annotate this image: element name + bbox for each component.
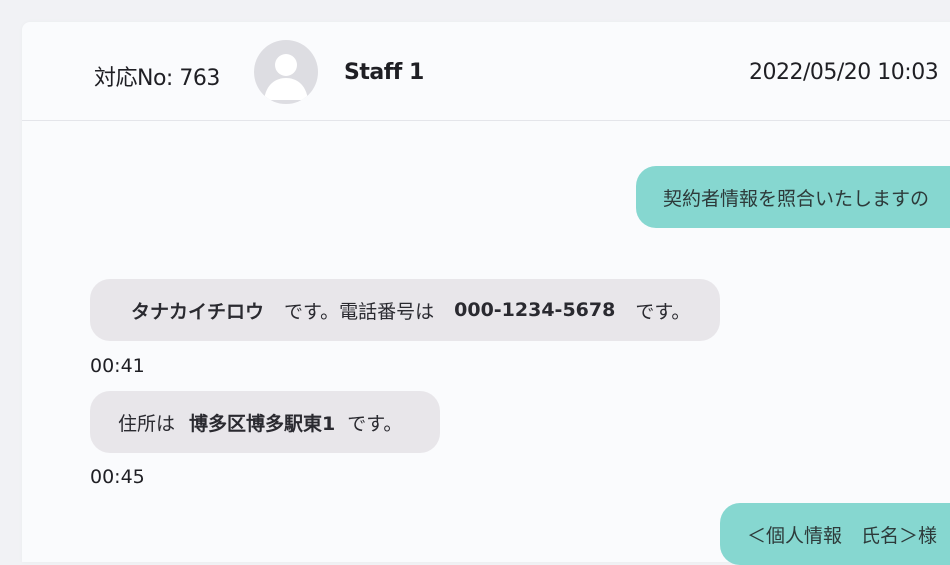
customer-name: タナカイチロウ bbox=[131, 300, 265, 323]
chat-panel: 対応No: 763 Staff 1 2022/05/20 10:03 契約者情報… bbox=[22, 22, 950, 565]
message-text: 契約者情報を照合いたしますの bbox=[663, 187, 930, 210]
user-avatar-icon bbox=[254, 40, 318, 104]
chat-header: 対応No: 763 Staff 1 2022/05/20 10:03 bbox=[22, 22, 950, 121]
chat-datetime: 2022/05/20 10:03 bbox=[749, 60, 939, 85]
message-text: です。 bbox=[347, 412, 403, 435]
message-text: です。電話番号は bbox=[284, 300, 435, 323]
message-text: 住所は bbox=[118, 412, 176, 435]
message-time: 00:41 bbox=[90, 355, 145, 377]
message-text: です。 bbox=[635, 300, 691, 323]
ticket-number: 対応No: 763 bbox=[94, 66, 220, 91]
message-time: 00:45 bbox=[90, 466, 145, 488]
customer-address: 博多区博多駅東1 bbox=[189, 412, 336, 435]
message-bubble-incoming: 住所は 博多区博多駅東1 です。 bbox=[90, 391, 440, 453]
staff-name: Staff 1 bbox=[344, 60, 424, 85]
message-bubble-outgoing: ＜個人情報 氏名＞様 bbox=[720, 503, 950, 565]
message-text: ＜個人情報 氏名＞様 bbox=[747, 525, 938, 547]
message-bubble-incoming: タナカイチロウ です。電話番号は 000-1234-5678 です。 bbox=[90, 279, 720, 341]
phone-number: 000-1234-5678 bbox=[454, 299, 616, 321]
message-bubble-outgoing: 契約者情報を照合いたしますの bbox=[636, 166, 950, 228]
